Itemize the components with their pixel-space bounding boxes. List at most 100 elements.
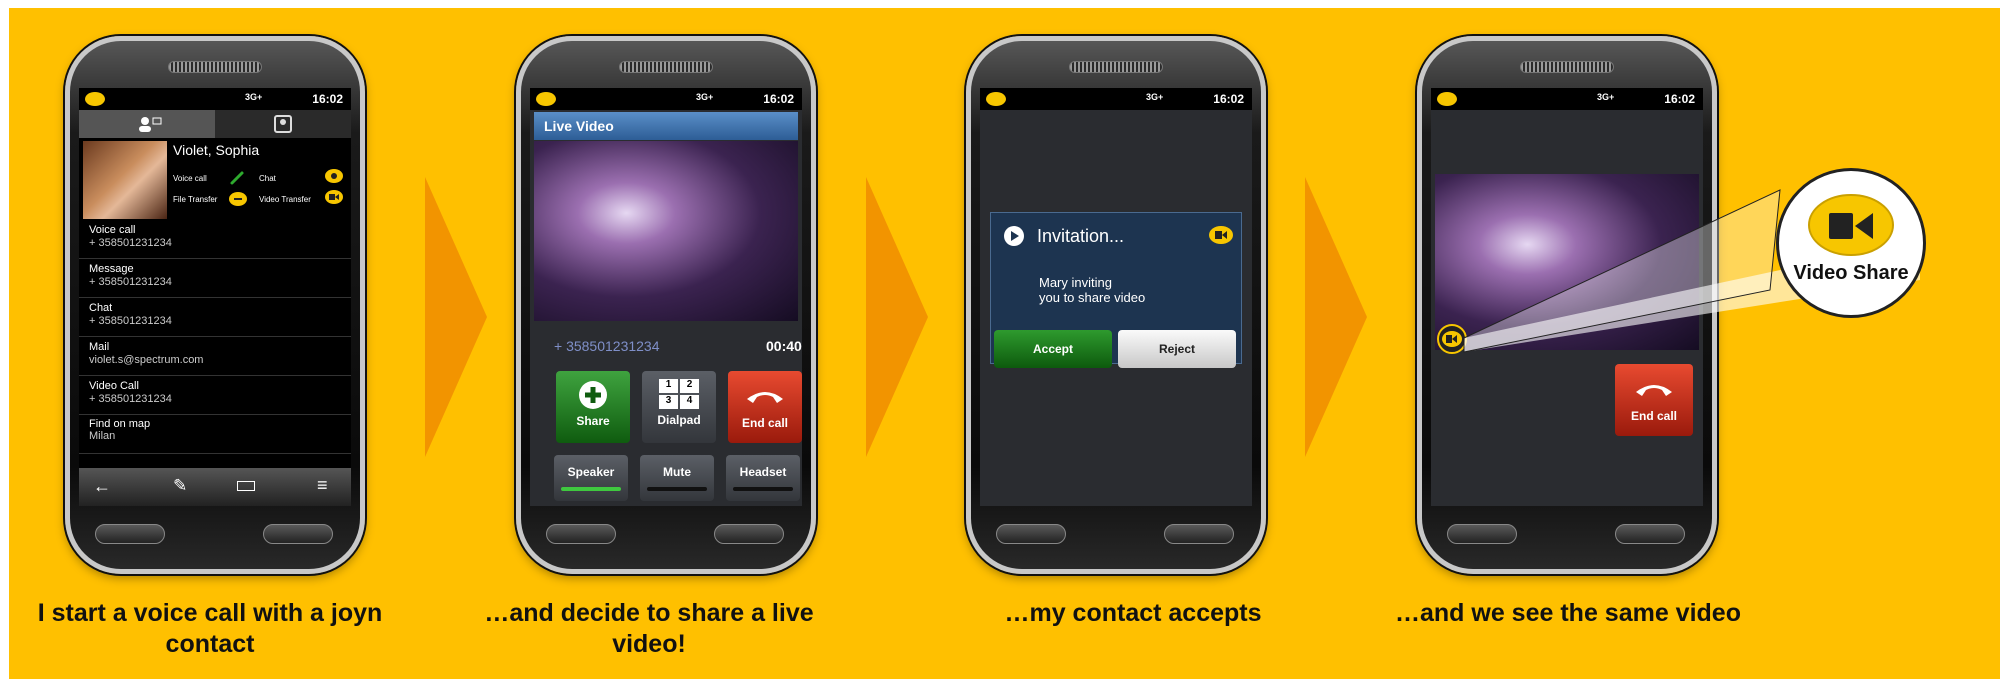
- tab-contact[interactable]: [79, 110, 215, 138]
- hardware-button-right[interactable]: [263, 524, 333, 544]
- chat-icon: [325, 169, 343, 183]
- live-video-screen: 3G+ 16:02 Live Video + 358501231234 00:4…: [530, 88, 802, 506]
- tab-address-book[interactable]: [215, 110, 351, 138]
- live-video-header: Live Video: [534, 112, 798, 140]
- joyn-logo-icon: [85, 92, 105, 106]
- caption-step-4: …and we see the same video: [1395, 599, 1741, 627]
- status-bar: 3G+ 16:02: [1431, 88, 1703, 110]
- row-voice-call[interactable]: Voice call + 358501231234: [79, 221, 351, 259]
- menu-icon[interactable]: ≡: [317, 475, 328, 496]
- joyn-logo-icon: [536, 92, 556, 106]
- play-icon: [1004, 226, 1024, 246]
- row-value: + 358501231234: [89, 393, 172, 405]
- row-label: Video Call: [89, 380, 139, 392]
- share-button[interactable]: Share: [556, 371, 630, 443]
- clock: 16:02: [1213, 92, 1244, 106]
- video-share-callout: Video Share: [1776, 168, 1926, 318]
- phone-live-video: 3G+ 16:02 Live Video + 358501231234 00:4…: [516, 36, 816, 574]
- mute-indicator: [647, 487, 707, 491]
- cap-voice-call[interactable]: Voice call: [173, 174, 207, 183]
- hardware-button-left[interactable]: [1447, 524, 1517, 544]
- invitation-screen: 3G+ 16:02 Invitation... Mary inviting yo…: [980, 88, 1252, 506]
- row-video-call[interactable]: Video Call + 358501231234: [79, 377, 351, 415]
- address-book-icon: [274, 115, 292, 133]
- accept-button[interactable]: Accept: [994, 330, 1112, 368]
- video-share-icon: [1808, 194, 1894, 256]
- hangup-icon: [1636, 385, 1672, 396]
- signal-indicator: 3G+: [1597, 92, 1615, 102]
- clock: 16:02: [763, 92, 794, 106]
- signal-indicator: 3G+: [245, 92, 263, 102]
- speaker-button[interactable]: Speaker: [554, 455, 628, 501]
- earpiece: [619, 61, 713, 73]
- signal-indicator: 3G+: [696, 92, 714, 102]
- status-bar: 3G+ 16:02: [980, 88, 1252, 110]
- edit-icon[interactable]: ✎: [173, 476, 187, 496]
- end-call-button[interactable]: End call: [728, 371, 802, 443]
- row-chat[interactable]: Chat + 358501231234: [79, 299, 351, 337]
- status-bar: 3G+ 16:02: [530, 88, 802, 110]
- end-call-label: End call: [741, 416, 788, 430]
- signal-indicator: 3G+: [1146, 92, 1164, 102]
- back-icon[interactable]: ←: [93, 476, 111, 497]
- invitation-message-line: you to share video: [1039, 290, 1146, 305]
- row-message[interactable]: Message + 358501231234: [79, 260, 351, 298]
- hardware-button-right[interactable]: [1164, 524, 1234, 544]
- step-arrow: [1305, 177, 1367, 457]
- row-find-on-map[interactable]: Find on map Milan: [79, 416, 351, 454]
- dial-key: 2: [680, 379, 699, 393]
- mute-button[interactable]: Mute: [640, 455, 714, 501]
- step-arrow: [866, 177, 928, 457]
- invitation-title: Invitation...: [1037, 226, 1125, 246]
- headset-button[interactable]: Headset: [726, 455, 800, 501]
- hardware-button-right[interactable]: [1615, 524, 1685, 544]
- stage: 3G+ 16:02 Violet, Sophia Voice call Chat…: [0, 0, 2000, 679]
- contact-avatar: [83, 141, 167, 219]
- dial-key: 4: [680, 395, 699, 409]
- reject-button[interactable]: Reject: [1118, 330, 1236, 368]
- hardware-button-left[interactable]: [95, 524, 165, 544]
- joyn-logo-icon: [1437, 92, 1457, 106]
- video-transfer-icon: [325, 190, 343, 204]
- caption-step-2: …and decide to share a live video!: [484, 599, 814, 658]
- cap-file-transfer[interactable]: File Transfer: [173, 195, 217, 204]
- hardware-button-left[interactable]: [996, 524, 1066, 544]
- phone-contact: 3G+ 16:02 Violet, Sophia Voice call Chat…: [65, 36, 365, 574]
- status-bar: 3G+ 16:02: [79, 88, 351, 110]
- person-icon: [139, 117, 162, 132]
- dialpad-icon: 1 2 3 4: [659, 379, 699, 409]
- hardware-button-right[interactable]: [714, 524, 784, 544]
- dial-key: 1: [659, 379, 678, 393]
- row-value: Milan: [89, 430, 116, 442]
- dialpad-button[interactable]: 1 2 3 4 Dialpad: [642, 371, 716, 443]
- headset-label: Headset: [739, 465, 787, 479]
- mute-label: Mute: [663, 465, 691, 479]
- earpiece: [168, 61, 262, 73]
- call-number: + 358501231234: [554, 338, 660, 354]
- cap-video-transfer[interactable]: Video Transfer: [259, 195, 311, 204]
- card-icon[interactable]: [237, 481, 255, 491]
- file-transfer-icon: [229, 192, 247, 206]
- row-mail[interactable]: Mail violet.s@spectrum.com: [79, 338, 351, 376]
- end-call-label: End call: [1630, 409, 1677, 423]
- bottom-toolbar: ← ✎ ≡: [79, 468, 351, 506]
- caption-step-1: I start a voice call with a joyn contact: [37, 599, 383, 658]
- share-label: Share: [576, 414, 610, 428]
- phone-icon: [230, 171, 244, 185]
- cap-chat[interactable]: Chat: [259, 174, 276, 183]
- hardware-button-left[interactable]: [546, 524, 616, 544]
- row-label: Voice call: [89, 224, 136, 236]
- invitation-message-line: Mary inviting: [1039, 275, 1112, 290]
- row-value: violet.s@spectrum.com: [89, 354, 204, 366]
- hangup-icon: [747, 392, 783, 403]
- contact-name: Violet, Sophia: [173, 142, 260, 158]
- end-call-button[interactable]: End call: [1615, 364, 1693, 436]
- callout-label: Video Share: [1793, 262, 1909, 284]
- row-label: Chat: [89, 302, 113, 314]
- clock: 16:02: [1664, 92, 1695, 106]
- step-arrow: [425, 177, 487, 457]
- row-value: + 358501231234: [89, 237, 172, 249]
- row-label: Find on map: [89, 418, 151, 430]
- speaker-label: Speaker: [567, 465, 615, 479]
- clock: 16:02: [312, 92, 343, 106]
